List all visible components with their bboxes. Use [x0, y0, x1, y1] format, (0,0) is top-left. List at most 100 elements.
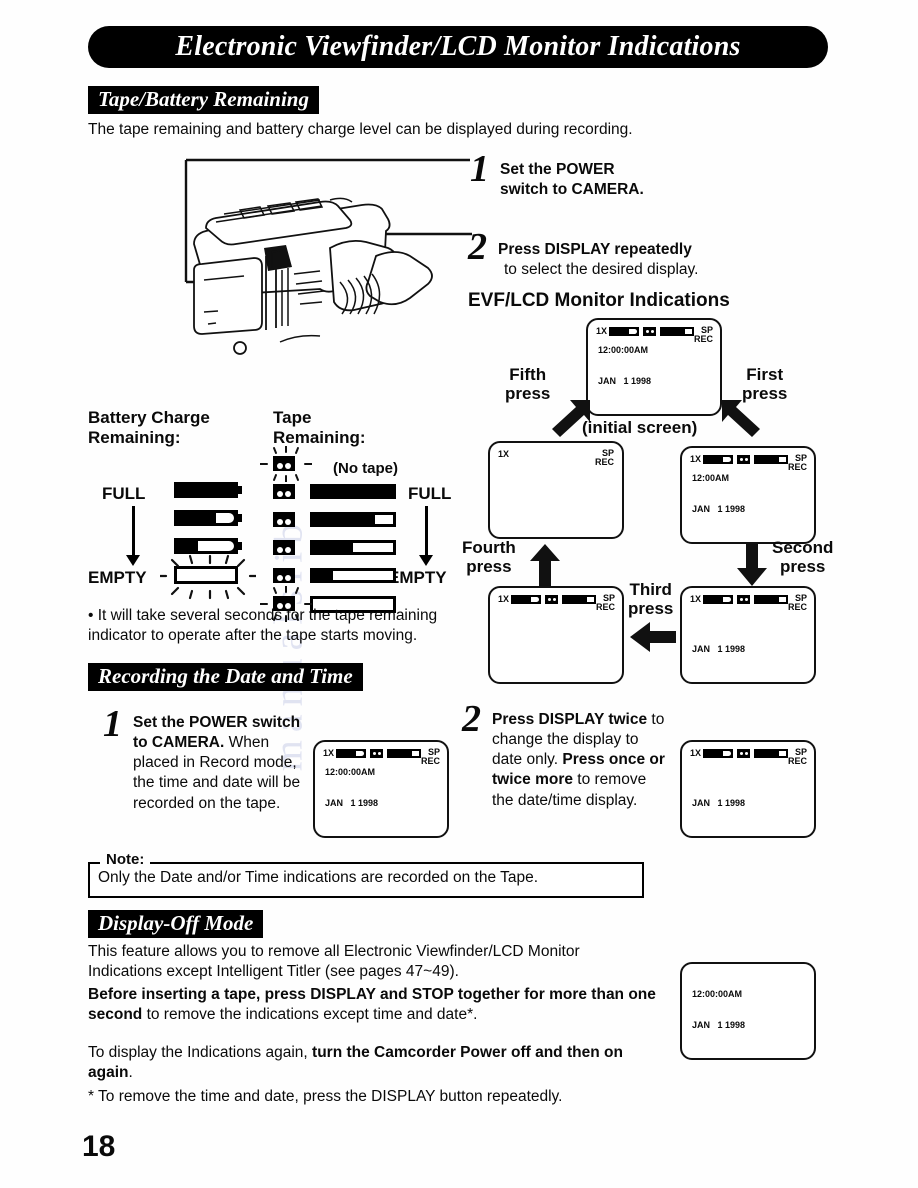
- arrow-first-press-icon: [718, 396, 766, 445]
- lcd-top-row: 1X SP REC: [690, 593, 808, 613]
- tape-full-label: FULL: [408, 484, 452, 503]
- lcd-date: JAN 1 1998: [692, 1019, 746, 1030]
- lcd-top-row: 1X SP REC: [690, 747, 808, 767]
- battery-tape-meters: [703, 594, 789, 604]
- tape-remaining-bar: [754, 454, 789, 464]
- label-fifth-press: Fifth press: [505, 365, 551, 404]
- tape-cassette-icon-3: [273, 540, 295, 555]
- rec-label: REC: [788, 756, 808, 767]
- evf-lcd-indications-heading: EVF/LCD Monitor Indications: [468, 290, 730, 311]
- display-off-p3-lead: To display the Indications again,: [88, 1044, 313, 1061]
- no-tape-caption: (No tape): [333, 460, 398, 477]
- lcd-screen-first-press: 1X SP REC 12:00AM JAN 1 1998: [680, 446, 816, 544]
- tape-cassette-icon: [737, 748, 751, 758]
- lcd-date: JAN 1 1998: [692, 503, 746, 514]
- zoom-indicator: 1X: [498, 449, 510, 459]
- zoom-indicator: 1X: [498, 594, 510, 604]
- lcd-timestamp: JAN 1 1998: [692, 777, 745, 829]
- lcd-time: 12:00AM: [692, 472, 730, 483]
- tape-bar-three-quarters: [310, 512, 396, 527]
- page-title: Electronic Viewfinder/LCD Monitor Indica…: [175, 31, 741, 62]
- label-second-press: Second press: [772, 538, 834, 577]
- rec-label: REC: [596, 602, 616, 613]
- note-callout: Note: Only the Date and/or Time indicati…: [88, 851, 644, 898]
- rec-step-2-number: 2: [462, 698, 481, 740]
- section-heading-recording-date-time: Recording the Date and Time: [88, 663, 363, 692]
- battery-icon-two-thirds: [174, 510, 242, 526]
- lcd-timestamp: 12:00:00AM JAN 1 1998: [692, 968, 745, 1051]
- lcd-screen-initial: 1X SP REC 12:00:00AM JAN 1 1998: [586, 318, 722, 416]
- arrow-fourth-press-icon: [530, 544, 560, 591]
- step-2-number: 2: [468, 226, 487, 268]
- tape-remaining-bar: [754, 594, 789, 604]
- battery-empty-flash-marks-icon: [160, 554, 256, 600]
- tape-cassette-icon: [737, 594, 751, 604]
- battery-meter-icon: [703, 748, 734, 758]
- arrow-fifth-press-icon: [546, 396, 594, 445]
- lcd-screen-fourth-press: 1X SP REC: [488, 441, 624, 539]
- lcd-screen-date-only: 1X SP REC JAN 1 1998: [680, 740, 816, 838]
- rec-label: REC: [788, 602, 808, 613]
- record-mode-indicator: SP REC: [788, 747, 808, 767]
- step-1-number: 1: [470, 148, 489, 190]
- battery-icon-one-third: [174, 538, 242, 554]
- tape-remaining-bar: [562, 594, 597, 604]
- step-1-text: Set the POWER switch to CAMERA.: [500, 160, 740, 200]
- battery-tape-meters: [511, 594, 597, 604]
- rec-label: REC: [788, 462, 808, 473]
- arrow-second-press-icon: [737, 542, 767, 591]
- camcorder-line-drawing: [184, 158, 472, 355]
- rec-label: REC: [694, 334, 714, 345]
- step-2-line-1: Press DISPLAY repeatedly: [498, 241, 692, 258]
- tape-remaining-bar: [754, 748, 789, 758]
- battery-tape-meters: [703, 748, 789, 758]
- lcd-top-row: 1X SP REC: [498, 448, 614, 468]
- no-tape-flash-marks-icon: [260, 446, 312, 482]
- rec-step-1-number: 1: [103, 703, 122, 745]
- label-fourth-press: Fourth press: [462, 538, 516, 577]
- lcd-time: 12:00:00AM: [598, 344, 649, 355]
- tape-cassette-icon-2: [273, 512, 295, 527]
- tape-bar-half: [310, 540, 396, 555]
- battery-charge-remaining-label: Battery Charge Remaining:: [88, 408, 210, 448]
- tape-cassette-icon-1: [273, 484, 295, 499]
- zoom-indicator: 1X: [690, 748, 702, 758]
- tape-bar-full: [310, 484, 396, 499]
- display-off-paragraph-1: This feature allows you to remove all El…: [88, 943, 580, 980]
- tape-cassette-icon-4: [273, 568, 295, 583]
- section-heading-display-off-mode: Display-Off Mode: [88, 910, 264, 939]
- record-mode-indicator: SP REC: [788, 453, 808, 473]
- lcd-date: JAN 1 1998: [692, 643, 746, 654]
- step-1-line-1: Set the POWER: [500, 161, 615, 178]
- page-number: 18: [82, 1130, 116, 1163]
- display-off-paragraph-2: Before inserting a tape, press DISPLAY a…: [88, 985, 658, 1025]
- lcd-timestamp: 12:00:00AM JAN 1 1998: [325, 746, 378, 829]
- manual-page: e manualslib Electronic Viewfinder/LCD M…: [0, 0, 918, 1188]
- intro-text: The tape remaining and battery charge le…: [88, 121, 633, 138]
- camcorder-illustration: [180, 152, 480, 402]
- lcd-top-row: 1X SP REC: [498, 593, 616, 613]
- lcd-date: JAN 1 1998: [325, 797, 379, 808]
- tape-level-down-arrow-icon: [419, 506, 433, 566]
- rec-step-2-bold-a: Press DISPLAY twice: [492, 711, 648, 728]
- tape-bar-quarter: [310, 568, 396, 583]
- tape-remaining-bar: [387, 748, 422, 758]
- record-mode-indicator: SP REC: [421, 747, 440, 767]
- tape-empty-label: EMPTY: [388, 568, 447, 587]
- display-off-p2-rest: to remove the indications except time an…: [142, 1005, 478, 1023]
- step-2-line-2: to select the desired display.: [504, 261, 699, 279]
- label-third-press: Third press: [628, 580, 674, 619]
- rec-step-1-bold: Set the POWER switch to CAMERA.: [133, 714, 301, 752]
- battery-icon-full: [174, 482, 242, 498]
- lcd-screen-third-press: 1X SP REC: [488, 586, 624, 684]
- lcd-timestamp: JAN 1 1998: [692, 623, 745, 675]
- record-mode-indicator: SP REC: [595, 448, 614, 468]
- lcd-date: JAN 1 1998: [692, 797, 746, 808]
- rec-step-1-text: Set the POWER switch to CAMERA. When pla…: [133, 713, 313, 814]
- battery-empty-label: EMPTY: [88, 568, 147, 587]
- note-label: Note:: [100, 851, 151, 868]
- display-off-paragraph-3: To display the Indications again, turn t…: [88, 1043, 658, 1083]
- tape-remaining-bar: [660, 326, 695, 336]
- battery-meter-icon: [703, 594, 734, 604]
- page-title-banner: Electronic Viewfinder/LCD Monitor Indica…: [88, 26, 828, 68]
